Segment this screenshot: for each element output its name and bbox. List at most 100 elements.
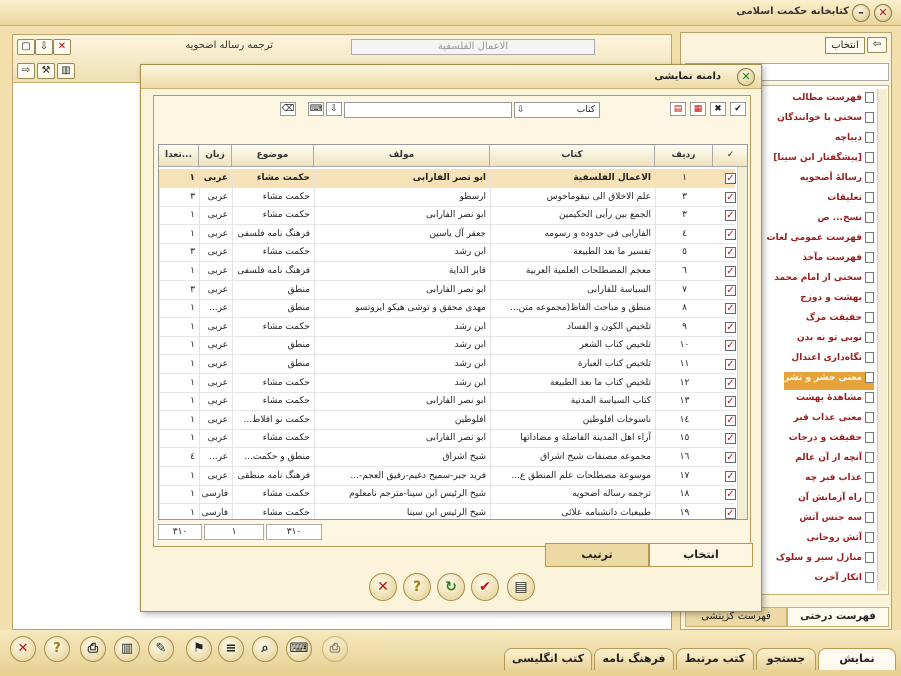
- row-checkbox[interactable]: ✓: [725, 433, 736, 445]
- col-subject[interactable]: موضوع: [232, 145, 314, 167]
- row-checkbox[interactable]: ✓: [725, 359, 736, 370]
- tree-item[interactable]: معنی حشر و نشر: [784, 372, 874, 390]
- note-icon[interactable]: ✎: [148, 636, 174, 662]
- tab-tree[interactable]: فهرست درختی: [787, 607, 889, 627]
- col-author[interactable]: مولف: [314, 145, 490, 167]
- filter-field-select[interactable]: کتاب ⇩: [514, 102, 600, 118]
- keyboard-icon[interactable]: ⌨: [308, 102, 324, 116]
- tree-item[interactable]: آنچه از آن عالم: [795, 452, 874, 470]
- row-checkbox[interactable]: ✓: [725, 396, 736, 408]
- tab-related-books[interactable]: کتب مرتبط: [676, 648, 754, 670]
- tree-item[interactable]: فهرست مآخذ: [802, 252, 874, 270]
- check-all-icon[interactable]: ✔: [730, 102, 746, 116]
- tree-item[interactable]: منازل سیر و سلوک: [776, 552, 874, 570]
- table-row[interactable]: ✓ ٩ تلخیص الکون و الفساد ابن رشد حکمت مشاء عر…: [159, 317, 736, 337]
- help-icon[interactable]: ?: [403, 573, 431, 601]
- maximize-icon[interactable]: ▢: [17, 39, 35, 55]
- dialog-close-icon[interactable]: ✕: [737, 68, 755, 86]
- row-checkbox[interactable]: ✓: [725, 266, 736, 277]
- eraser-icon[interactable]: ⌫: [280, 102, 296, 116]
- close-icon[interactable]: ✕: [10, 636, 36, 662]
- table-row[interactable]: ✓ ١٣ کتاب السیاسة المدنیة ابو نصر الفارابی ح…: [159, 392, 736, 412]
- tab-english-books[interactable]: کتب انگلیسی: [504, 648, 592, 670]
- filter-input[interactable]: [344, 102, 512, 118]
- row-checkbox[interactable]: ✓: [725, 414, 736, 426]
- tree-item[interactable]: بهشت و دوزخ: [800, 292, 874, 310]
- tree-item[interactable]: سخنی از امام محمد: [774, 272, 874, 290]
- doc-tab-active[interactable]: الاعمال الفلسفية: [351, 39, 595, 55]
- select-button[interactable]: انتخاب: [825, 37, 865, 54]
- dropdown-icon[interactable]: ⇩: [326, 102, 342, 116]
- tree-item[interactable]: سه جنس آتش: [799, 512, 874, 530]
- table-row[interactable]: ✓ ٣ الجمع بین رأیی الحکیمین ابو نصر الفاراب…: [159, 206, 736, 226]
- table-row[interactable]: ✓ ١٧ موسوعة مصطلحات علم المنطق ع... فرید جب…: [159, 466, 736, 486]
- row-checkbox[interactable]: ✓: [725, 284, 736, 296]
- col-lang[interactable]: زبان: [199, 145, 232, 167]
- tree-item[interactable]: عذاب قبر چه: [805, 472, 874, 490]
- row-checkbox[interactable]: ✓: [725, 340, 736, 352]
- document-icon[interactable]: ▤: [507, 573, 535, 601]
- tree-item[interactable]: فهرست عمومی لغات: [767, 232, 874, 250]
- book-icon[interactable]: ▥: [57, 63, 75, 79]
- tree-item[interactable]: نسخ... ص: [817, 212, 874, 230]
- col-radif[interactable]: ردیف: [655, 145, 713, 167]
- list-icon[interactable]: ≡: [218, 636, 244, 662]
- row-checkbox[interactable]: ✓: [725, 247, 736, 259]
- arrow-down-icon[interactable]: ⇩: [35, 39, 53, 55]
- tree-item[interactable]: حقیقت مرگ: [806, 312, 874, 330]
- table-row[interactable]: ✓ ٤ الفارابی فی حدوده و رسومه جعفر آل یاسین…: [159, 224, 736, 244]
- row-checkbox[interactable]: ✓: [725, 210, 736, 222]
- cancel-icon[interactable]: ✕: [369, 573, 397, 601]
- wrench-icon[interactable]: ⚒: [37, 63, 55, 79]
- table-row[interactable]: ✓ ١٩ طبیعیات دانشنامه علائی شیخ الرئیس ابن …: [159, 503, 736, 519]
- books-icon[interactable]: ▥: [114, 636, 140, 662]
- table-row[interactable]: ✓ ١٢ تلخیص کتاب ما بعد الطبیعة ابن رشد حکمت …: [159, 373, 736, 393]
- keyboard-icon[interactable]: ⌨: [286, 636, 312, 662]
- tree-item[interactable]: مشاهدهٔ بهشت: [796, 392, 874, 410]
- help-icon[interactable]: ?: [44, 636, 70, 662]
- bookmark-icon[interactable]: ⚑: [186, 636, 212, 662]
- table-row[interactable]: ✓ ١٤ ناسوخات افلوطین افلوطین حکمت نو افلاط..…: [159, 410, 736, 430]
- grid-red-icon[interactable]: ▦: [690, 102, 706, 116]
- tree-item[interactable]: آتش روحانی: [807, 532, 874, 550]
- pager-current[interactable]: ١: [204, 524, 264, 540]
- row-checkbox[interactable]: ✓: [725, 228, 736, 240]
- row-checkbox[interactable]: ✓: [725, 470, 736, 482]
- table-row[interactable]: ✓ ٦ معجم المصطلحات العلمية العربية قاير الد…: [159, 262, 736, 281]
- arrow-right-icon[interactable]: ⇨: [17, 63, 35, 79]
- confirm-icon[interactable]: ✔: [471, 573, 499, 601]
- tree-item[interactable]: معنی عذاب قبر: [794, 412, 874, 430]
- table-row[interactable]: ✓ ٣ علم الاخلاق الی نیقوماخوس ارسطو حکمت مشا…: [159, 187, 736, 207]
- table-row[interactable]: ✓ ٧ السیاسة للفارابی ابو نصر الفارابی منطق عر…: [159, 280, 736, 300]
- row-checkbox[interactable]: ✓: [725, 452, 736, 463]
- tree-item[interactable]: فهرست مطالب: [792, 92, 874, 110]
- doc-tab-right[interactable]: ترجمه رساله اضحویه: [73, 40, 273, 56]
- row-checkbox[interactable]: ✓: [725, 191, 736, 203]
- col-count[interactable]: تعدا...: [159, 145, 199, 167]
- table-row[interactable]: ✓ ١٠ تلخیص کتاب الشعر ابن رشد منطق عربی ١: [159, 336, 736, 356]
- tree-item[interactable]: سخنی با خوانندگان: [777, 112, 874, 130]
- table-row[interactable]: ✓ ١١ تلخیص کتاب العبارة ابن رشد منطق عربی ١: [159, 355, 736, 374]
- row-checkbox[interactable]: ✓: [725, 303, 736, 315]
- grid-scrollbar[interactable]: [737, 167, 747, 519]
- tab-view[interactable]: نمایش: [818, 648, 896, 670]
- search-icon[interactable]: ⌕: [252, 636, 278, 662]
- table-row[interactable]: ✓ ١٥ آراء اهل المدينة الفاضلة و مضاداتها اب…: [159, 429, 736, 449]
- tree-item[interactable]: رسالهٔ أضحویه: [800, 172, 874, 190]
- row-checkbox[interactable]: ✓: [725, 377, 736, 389]
- tree-item[interactable]: تعليقات: [827, 192, 874, 210]
- tree-item[interactable]: ديباچه: [835, 132, 874, 150]
- table-row[interactable]: ✓ ١٦ مجموعه مصنفات شیخ اشراق شیخ اشراق منطق …: [159, 448, 736, 467]
- tab-order[interactable]: ترتیب: [545, 543, 649, 567]
- table-row[interactable]: ✓ ١٨ ترجمه رساله اضحویه شیخ الرئیس ابن سینا…: [159, 485, 736, 505]
- print-disabled-icon[interactable]: ⎙: [322, 636, 348, 662]
- table-row[interactable]: ✓ ٨ منطق و مباحث الفاظ(مجموعه متن... مهدی م…: [159, 299, 736, 319]
- tab-select[interactable]: انتخاب: [649, 543, 753, 567]
- tree-item[interactable]: حقیقت و درجات: [789, 432, 874, 450]
- tree-scrollbar[interactable]: [877, 89, 887, 591]
- minimize-icon[interactable]: –: [852, 4, 870, 22]
- print-icon[interactable]: ⎙: [80, 636, 106, 662]
- col-book[interactable]: کتاب: [490, 145, 655, 167]
- row-checkbox[interactable]: ✓: [725, 507, 736, 519]
- table-row[interactable]: ✓ ١ الاعمال الفلسفية ابو نصر الفارابی حکمت م…: [159, 169, 736, 188]
